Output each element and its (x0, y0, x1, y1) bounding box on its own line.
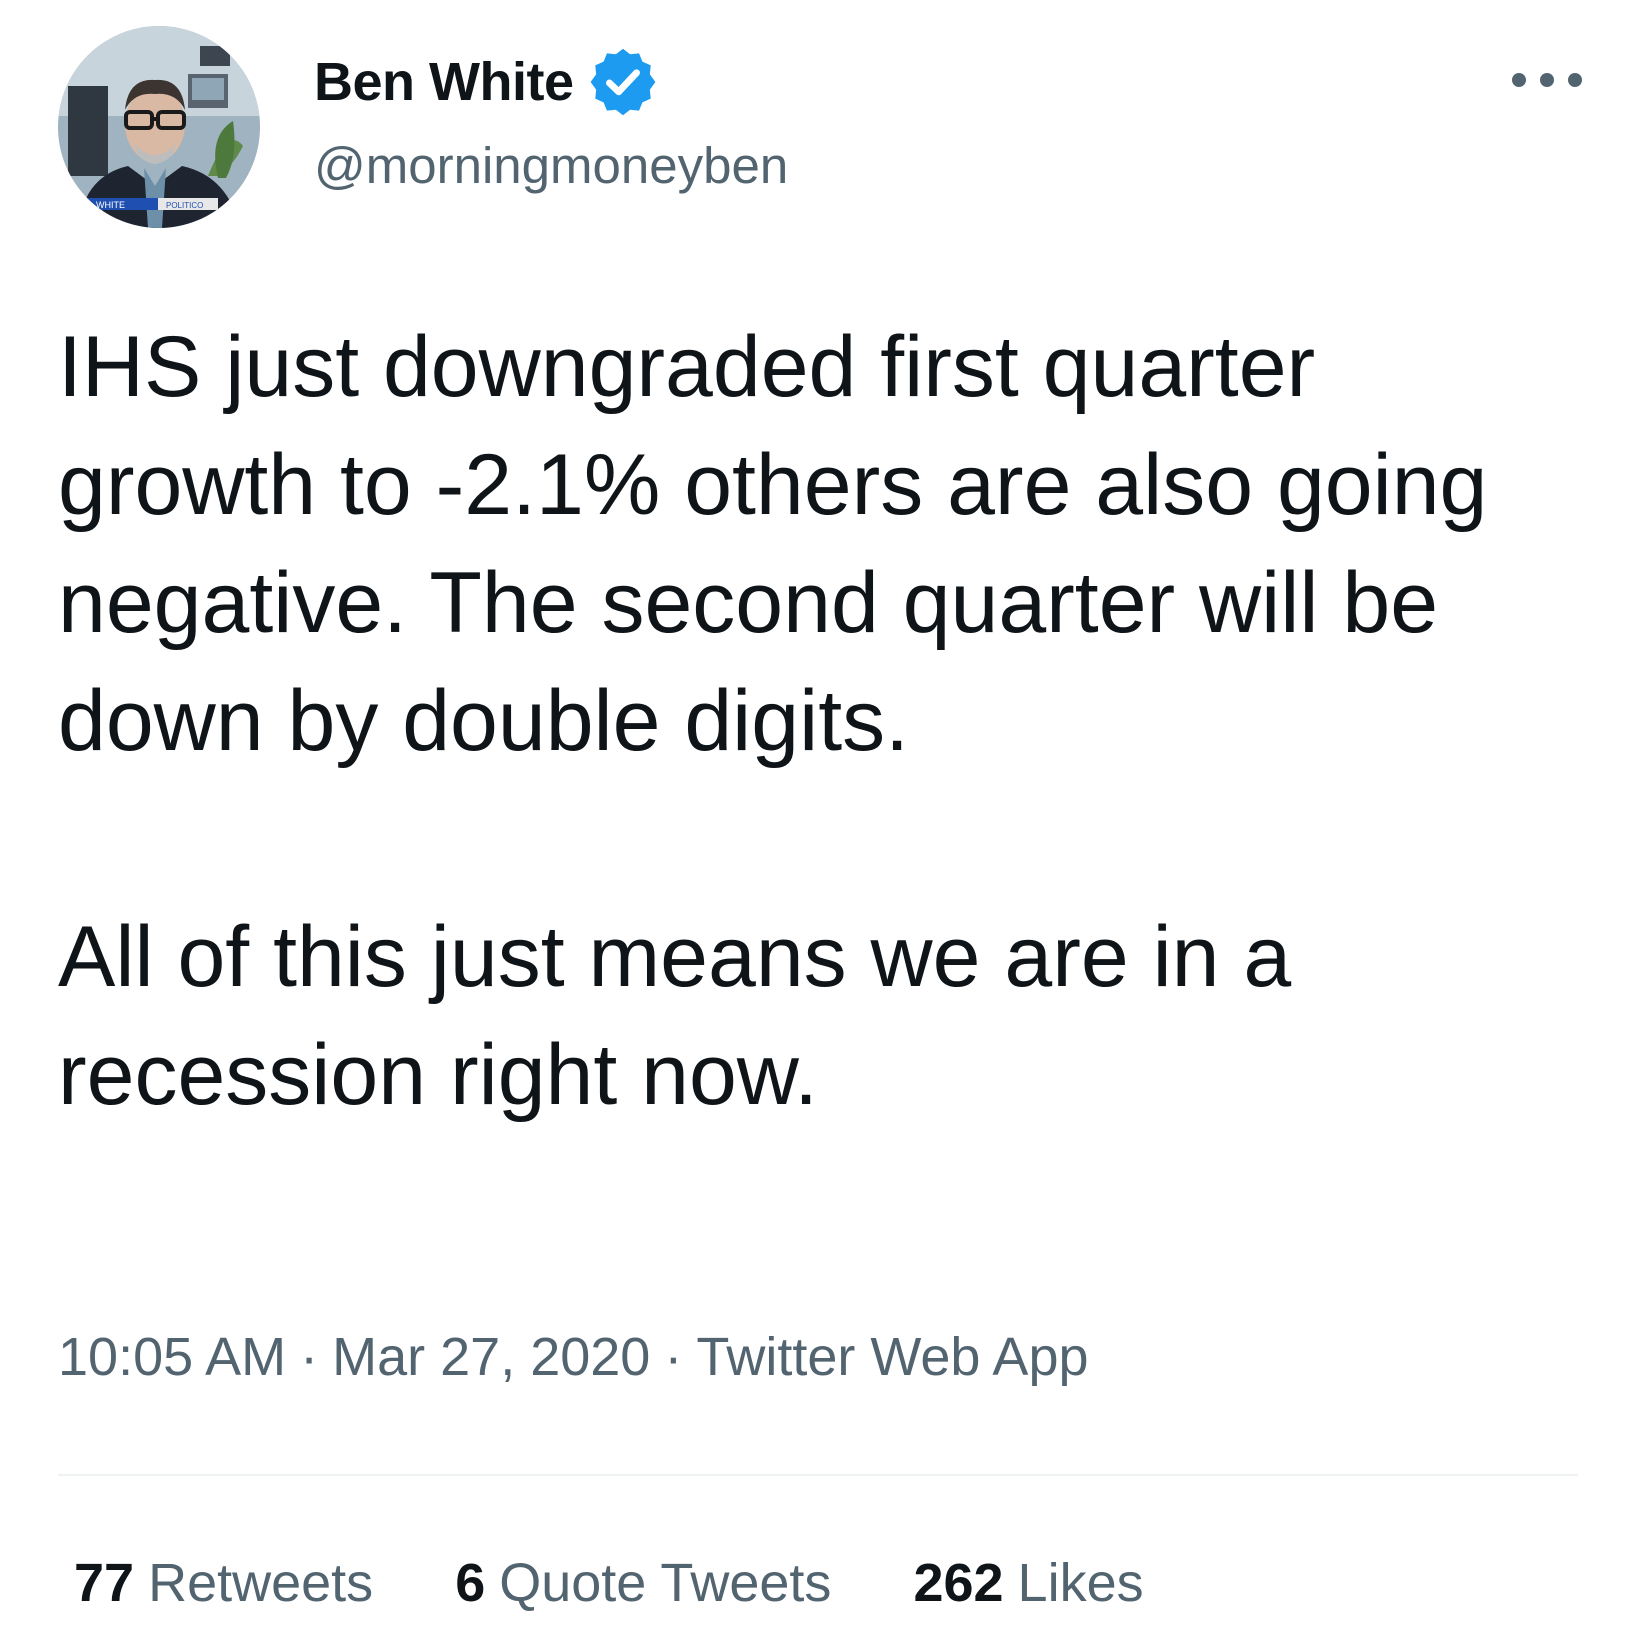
verified-badge-icon (590, 48, 655, 116)
author-avatar[interactable]: WHITE POLITICO (58, 26, 260, 228)
more-dot (1540, 73, 1554, 87)
retweets-count: 77 (74, 1553, 135, 1613)
author-name-row: Ben White (314, 48, 660, 116)
author-display-name[interactable]: Ben White (314, 51, 574, 113)
retweets-stat[interactable]: 77 Retweets (74, 1552, 373, 1614)
quote-tweets-label: Quote Tweets (499, 1553, 832, 1613)
tweet-date[interactable]: Mar 27, 2020 (332, 1327, 650, 1387)
retweets-label: Retweets (148, 1553, 374, 1613)
tweet-paragraph: IHS just downgraded first quarter growth… (58, 319, 1488, 769)
more-dot (1568, 73, 1582, 87)
meta-separator: · (664, 1327, 683, 1387)
likes-label: Likes (1017, 1553, 1144, 1613)
quote-tweets-stat[interactable]: 6 Quote Tweets (455, 1552, 831, 1614)
avatar-network: POLITICO (166, 201, 203, 210)
more-dot (1512, 73, 1526, 87)
tweet-paragraph: All of this just means we are in a reces… (58, 909, 1292, 1123)
quote-tweets-count: 6 (455, 1553, 486, 1613)
avatar-photo: WHITE POLITICO (58, 26, 260, 228)
author-handle[interactable]: @morningmoneyben (314, 136, 788, 195)
avatar-caption: WHITE (96, 200, 125, 210)
divider (58, 1474, 1578, 1476)
likes-stat[interactable]: 262 Likes (913, 1552, 1143, 1614)
tweet-meta: 10:05 AM · Mar 27, 2020 · Twitter Web App (58, 1326, 1089, 1388)
likes-count: 262 (913, 1553, 1004, 1613)
tweet-text: IHS just downgraded first quarter growth… (58, 308, 1578, 1134)
engagement-stats: 77 Retweets 6 Quote Tweets 262 Likes (74, 1552, 1226, 1614)
meta-separator: · (300, 1327, 319, 1387)
tweet-source: Twitter Web App (696, 1327, 1089, 1387)
tweet-time[interactable]: 10:05 AM (58, 1327, 286, 1387)
more-options-icon[interactable] (1512, 66, 1582, 94)
